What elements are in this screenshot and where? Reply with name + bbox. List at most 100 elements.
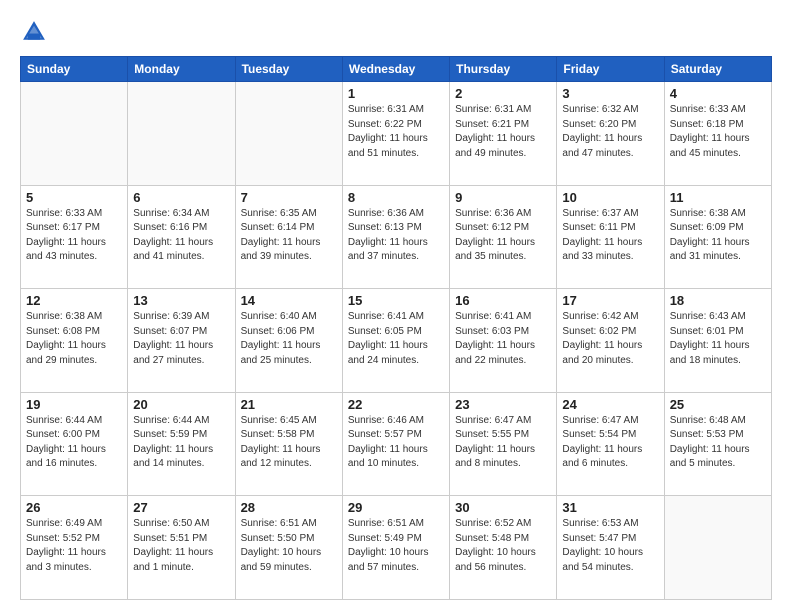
- day-info: Sunrise: 6:35 AM Sunset: 6:14 PM Dayligh…: [241, 207, 337, 265]
- calendar-cell: 26 Sunrise: 6:49 AM Sunset: 5:52 PM Dayli…: [21, 496, 128, 600]
- weekday-header-friday: Friday: [557, 57, 664, 82]
- day-number: 28: [241, 500, 337, 515]
- day-info: Sunrise: 6:47 AM Sunset: 5:55 PM Dayligh…: [455, 414, 551, 472]
- weekday-header-thursday: Thursday: [450, 57, 557, 82]
- calendar-cell: 20 Sunrise: 6:44 AM Sunset: 5:59 PM Dayli…: [128, 392, 235, 496]
- day-number: 21: [241, 397, 337, 412]
- day-number: 1: [348, 86, 444, 101]
- day-info: Sunrise: 6:36 AM Sunset: 6:12 PM Dayligh…: [455, 207, 551, 265]
- calendar-cell: 4 Sunrise: 6:33 AM Sunset: 6:18 PM Daylig…: [664, 82, 771, 186]
- day-info: Sunrise: 6:33 AM Sunset: 6:18 PM Dayligh…: [670, 103, 766, 161]
- day-info: Sunrise: 6:52 AM Sunset: 5:48 PM Dayligh…: [455, 517, 551, 575]
- day-info: Sunrise: 6:53 AM Sunset: 5:47 PM Dayligh…: [562, 517, 658, 575]
- day-info: Sunrise: 6:31 AM Sunset: 6:21 PM Dayligh…: [455, 103, 551, 161]
- calendar-week-3: 19 Sunrise: 6:44 AM Sunset: 6:00 PM Dayli…: [21, 392, 772, 496]
- calendar-cell: 15 Sunrise: 6:41 AM Sunset: 6:05 PM Dayli…: [342, 289, 449, 393]
- day-info: Sunrise: 6:33 AM Sunset: 6:17 PM Dayligh…: [26, 207, 122, 265]
- day-number: 31: [562, 500, 658, 515]
- weekday-header-monday: Monday: [128, 57, 235, 82]
- day-number: 27: [133, 500, 229, 515]
- day-number: 14: [241, 293, 337, 308]
- day-info: Sunrise: 6:48 AM Sunset: 5:53 PM Dayligh…: [670, 414, 766, 472]
- weekday-header-sunday: Sunday: [21, 57, 128, 82]
- calendar-cell: 14 Sunrise: 6:40 AM Sunset: 6:06 PM Dayli…: [235, 289, 342, 393]
- calendar-cell: 17 Sunrise: 6:42 AM Sunset: 6:02 PM Dayli…: [557, 289, 664, 393]
- day-number: 6: [133, 190, 229, 205]
- calendar-cell: 5 Sunrise: 6:33 AM Sunset: 6:17 PM Daylig…: [21, 185, 128, 289]
- day-info: Sunrise: 6:39 AM Sunset: 6:07 PM Dayligh…: [133, 310, 229, 368]
- calendar-cell: 12Sunrise: 6:38 AM Sunset: 6:08 PM Dayli…: [21, 289, 128, 393]
- day-info: Sunrise: 6:50 AM Sunset: 5:51 PM Dayligh…: [133, 517, 229, 575]
- day-number: 2: [455, 86, 551, 101]
- calendar-cell: 18Sunrise: 6:43 AM Sunset: 6:01 PM Dayli…: [664, 289, 771, 393]
- calendar-cell: 25Sunrise: 6:48 AM Sunset: 5:53 PM Dayli…: [664, 392, 771, 496]
- day-info: Sunrise: 6:31 AM Sunset: 6:22 PM Dayligh…: [348, 103, 444, 161]
- day-info: Sunrise: 6:51 AM Sunset: 5:49 PM Dayligh…: [348, 517, 444, 575]
- day-number: 23: [455, 397, 551, 412]
- calendar-cell: 22 Sunrise: 6:46 AM Sunset: 5:57 PM Dayli…: [342, 392, 449, 496]
- calendar-cell: [664, 496, 771, 600]
- logo: [20, 18, 52, 46]
- day-number: 17: [562, 293, 658, 308]
- day-info: Sunrise: 6:41 AM Sunset: 6:03 PM Dayligh…: [455, 310, 551, 368]
- day-number: 20: [133, 397, 229, 412]
- calendar-cell: 19 Sunrise: 6:44 AM Sunset: 6:00 PM Dayli…: [21, 392, 128, 496]
- calendar-cell: [235, 82, 342, 186]
- day-number: 26: [26, 500, 122, 515]
- day-info: Sunrise: 6:47 AM Sunset: 5:54 PM Dayligh…: [562, 414, 658, 472]
- calendar-cell: 9Sunrise: 6:36 AM Sunset: 6:12 PM Daylig…: [450, 185, 557, 289]
- day-info: Sunrise: 6:32 AM Sunset: 6:20 PM Dayligh…: [562, 103, 658, 161]
- page: SundayMondayTuesdayWednesdayThursdayFrid…: [0, 0, 792, 612]
- day-info: Sunrise: 6:51 AM Sunset: 5:50 PM Dayligh…: [241, 517, 337, 575]
- calendar-cell: 31 Sunrise: 6:53 AM Sunset: 5:47 PM Dayli…: [557, 496, 664, 600]
- calendar-table: SundayMondayTuesdayWednesdayThursdayFrid…: [20, 56, 772, 600]
- calendar-week-2: 12Sunrise: 6:38 AM Sunset: 6:08 PM Dayli…: [21, 289, 772, 393]
- calendar-cell: 28 Sunrise: 6:51 AM Sunset: 5:50 PM Dayli…: [235, 496, 342, 600]
- calendar-cell: 21Sunrise: 6:45 AM Sunset: 5:58 PM Dayli…: [235, 392, 342, 496]
- calendar-cell: 10 Sunrise: 6:37 AM Sunset: 6:11 PM Dayli…: [557, 185, 664, 289]
- day-info: Sunrise: 6:44 AM Sunset: 5:59 PM Dayligh…: [133, 414, 229, 472]
- day-number: 22: [348, 397, 444, 412]
- day-info: Sunrise: 6:41 AM Sunset: 6:05 PM Dayligh…: [348, 310, 444, 368]
- day-info: Sunrise: 6:42 AM Sunset: 6:02 PM Dayligh…: [562, 310, 658, 368]
- weekday-header-wednesday: Wednesday: [342, 57, 449, 82]
- calendar-cell: 7 Sunrise: 6:35 AM Sunset: 6:14 PM Daylig…: [235, 185, 342, 289]
- calendar-cell: 6 Sunrise: 6:34 AM Sunset: 6:16 PM Daylig…: [128, 185, 235, 289]
- day-info: Sunrise: 6:34 AM Sunset: 6:16 PM Dayligh…: [133, 207, 229, 265]
- calendar-cell: 30Sunrise: 6:52 AM Sunset: 5:48 PM Dayli…: [450, 496, 557, 600]
- weekday-header-row: SundayMondayTuesdayWednesdayThursdayFrid…: [21, 57, 772, 82]
- weekday-header-saturday: Saturday: [664, 57, 771, 82]
- calendar-cell: 1 Sunrise: 6:31 AM Sunset: 6:22 PM Daylig…: [342, 82, 449, 186]
- day-number: 8: [348, 190, 444, 205]
- calendar-cell: 3 Sunrise: 6:32 AM Sunset: 6:20 PM Daylig…: [557, 82, 664, 186]
- day-info: Sunrise: 6:40 AM Sunset: 6:06 PM Dayligh…: [241, 310, 337, 368]
- calendar-cell: [128, 82, 235, 186]
- day-info: Sunrise: 6:46 AM Sunset: 5:57 PM Dayligh…: [348, 414, 444, 472]
- day-number: 18: [670, 293, 766, 308]
- day-number: 5: [26, 190, 122, 205]
- calendar-cell: 2 Sunrise: 6:31 AM Sunset: 6:21 PM Daylig…: [450, 82, 557, 186]
- day-number: 7: [241, 190, 337, 205]
- day-number: 10: [562, 190, 658, 205]
- day-number: 12: [26, 293, 122, 308]
- calendar-cell: 8Sunrise: 6:36 AM Sunset: 6:13 PM Daylig…: [342, 185, 449, 289]
- calendar-cell: 16 Sunrise: 6:41 AM Sunset: 6:03 PM Dayli…: [450, 289, 557, 393]
- day-info: Sunrise: 6:49 AM Sunset: 5:52 PM Dayligh…: [26, 517, 122, 575]
- day-number: 24: [562, 397, 658, 412]
- day-info: Sunrise: 6:38 AM Sunset: 6:09 PM Dayligh…: [670, 207, 766, 265]
- calendar-week-4: 26 Sunrise: 6:49 AM Sunset: 5:52 PM Dayli…: [21, 496, 772, 600]
- calendar-week-0: 1 Sunrise: 6:31 AM Sunset: 6:22 PM Daylig…: [21, 82, 772, 186]
- day-number: 4: [670, 86, 766, 101]
- day-info: Sunrise: 6:37 AM Sunset: 6:11 PM Dayligh…: [562, 207, 658, 265]
- day-number: 3: [562, 86, 658, 101]
- logo-icon: [20, 18, 48, 46]
- day-number: 15: [348, 293, 444, 308]
- calendar-cell: [21, 82, 128, 186]
- day-number: 16: [455, 293, 551, 308]
- calendar-cell: 29Sunrise: 6:51 AM Sunset: 5:49 PM Dayli…: [342, 496, 449, 600]
- day-number: 19: [26, 397, 122, 412]
- day-info: Sunrise: 6:44 AM Sunset: 6:00 PM Dayligh…: [26, 414, 122, 472]
- calendar-cell: 24 Sunrise: 6:47 AM Sunset: 5:54 PM Dayli…: [557, 392, 664, 496]
- calendar-cell: 23 Sunrise: 6:47 AM Sunset: 5:55 PM Dayli…: [450, 392, 557, 496]
- calendar-cell: 13Sunrise: 6:39 AM Sunset: 6:07 PM Dayli…: [128, 289, 235, 393]
